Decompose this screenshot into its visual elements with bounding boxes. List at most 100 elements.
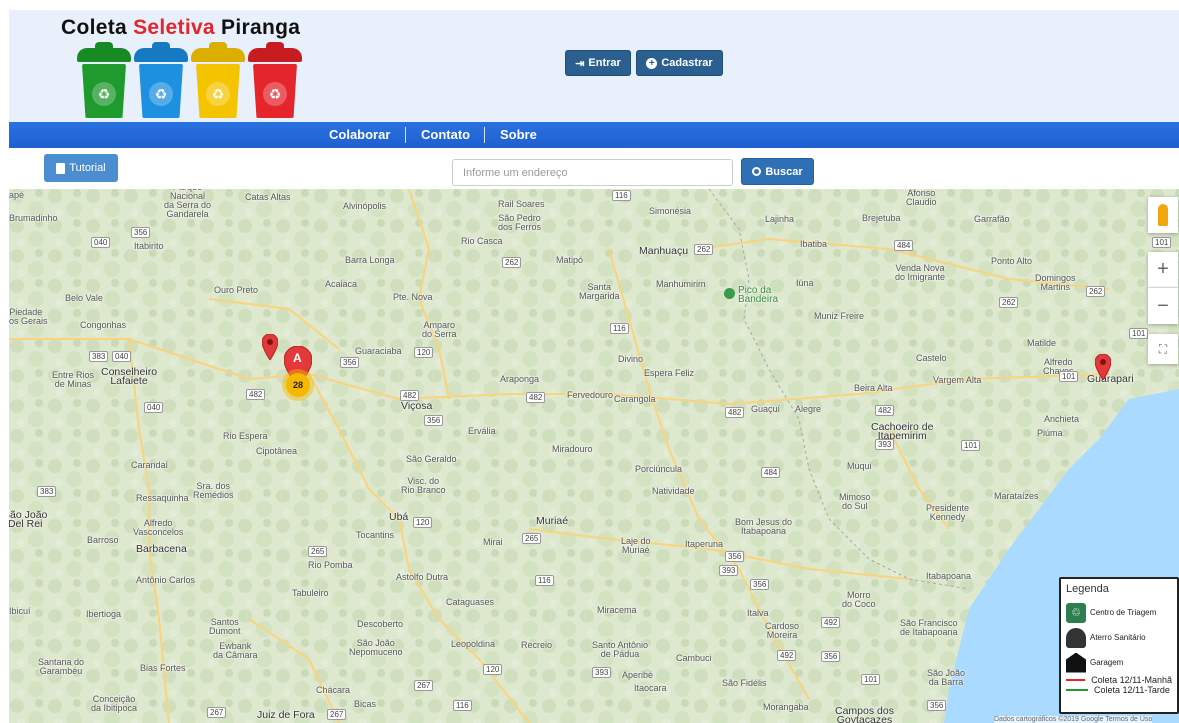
cluster-marker[interactable]: 28 <box>286 373 310 397</box>
nav-sobre[interactable]: Sobre <box>500 127 537 142</box>
pegman-icon[interactable] <box>1148 197 1178 233</box>
map-place-label: Juiz de Fora <box>257 709 315 721</box>
map-place-label: Acaiaca <box>325 279 358 289</box>
road-shield: 383 <box>89 351 109 362</box>
address-search-input[interactable] <box>452 159 733 186</box>
map-place-label: Belo Vale <box>65 293 103 303</box>
zoom-in-button[interactable]: + <box>1148 252 1178 288</box>
map-place-label: Barra Longa <box>345 255 395 265</box>
road-shield: 356 <box>725 551 745 562</box>
map-place-label: Muniz Freire <box>814 311 865 321</box>
map-place-label: Lajinha <box>765 214 795 224</box>
map-place-label: Recreio <box>521 640 553 650</box>
road-shield: 116 <box>535 575 554 586</box>
map-place-label: Carangola <box>614 394 656 404</box>
road-shield: 262 <box>502 257 522 268</box>
map-place-label: Bicas <box>354 699 377 709</box>
search-button[interactable]: Buscar <box>741 158 814 185</box>
map-place-label: Cambuci <box>676 653 712 663</box>
road-shield: 393 <box>592 667 612 678</box>
map-place-label: Parque Nacional da Serra do Gandarela <box>164 189 212 219</box>
map-place-label: Carandaí <box>131 460 169 470</box>
map-place-label: Visc. do Rio Branco <box>401 476 446 495</box>
map-place-label: Brejetuba <box>862 213 901 223</box>
map-place-label: Descoberto <box>357 619 404 629</box>
road-shield: 267 <box>414 680 434 691</box>
map-place-label: São João Nepomuceno <box>349 638 403 657</box>
map-place-label: Barroso <box>87 535 119 545</box>
recycle-icon: ♻ <box>263 82 287 106</box>
road-shield: 267 <box>327 709 347 720</box>
map-place-label: Miracema <box>597 605 637 615</box>
road-shield: 101 <box>1152 237 1172 248</box>
zoom-out-button[interactable]: − <box>1148 288 1178 324</box>
nav-divider <box>405 127 406 143</box>
road-shield: 262 <box>1086 286 1106 297</box>
map-place-label: Italva <box>747 608 769 618</box>
map-place-label: Manhumirim <box>656 279 706 289</box>
recycling-bin-icon: ♲ <box>1066 602 1086 623</box>
map-place-label: Piedade dos Gerais <box>9 307 48 326</box>
map-place-label: Rail Soares <box>498 199 545 209</box>
road-shield: 383 <box>37 486 57 497</box>
map-place-label: Presidente Kennedy <box>926 503 970 522</box>
map-park-label: Pico da Bandeira <box>738 285 779 305</box>
map-view[interactable]: Ouro Preto Catas Altas Parque Nacional da … <box>9 189 1179 723</box>
map-place-label: Chácara <box>316 685 351 695</box>
map-place-label: Morangaba <box>763 702 809 712</box>
road-shield: 482 <box>526 392 546 403</box>
road-shield: 356 <box>340 357 360 368</box>
road-shield: 120 <box>483 664 503 675</box>
road-shield: 101 <box>861 674 881 685</box>
nav-colaborar[interactable]: Colaborar <box>329 127 390 142</box>
map-place-label: Natividade <box>652 486 695 496</box>
tutorial-button[interactable]: Tutorial <box>44 154 118 182</box>
map-place-label: Domingos Martins <box>1035 273 1076 292</box>
road-shield: 120 <box>413 517 433 528</box>
map-place-label: Fervedouro <box>567 390 614 400</box>
register-button[interactable]: + Cadastrar <box>636 50 723 76</box>
recycle-icon: ♻ <box>92 82 116 106</box>
map-marker[interactable] <box>262 334 278 360</box>
road-shield: 116 <box>612 190 631 201</box>
garage-icon <box>1066 652 1086 673</box>
road-shield: 356 <box>750 579 770 590</box>
map-place-label: Aperibé <box>622 670 654 680</box>
map-place-label: Santo Antônio de Pádua <box>592 640 649 659</box>
map-place-label: Astolfo Dutra <box>396 572 449 582</box>
map-place-label: apé <box>9 190 25 200</box>
road-shield: 356 <box>424 415 444 426</box>
map-place-label: Ewbank da Câmara <box>213 641 258 660</box>
map-place-label: Tocantins <box>356 530 395 540</box>
map-place-label: Catas Altas <box>245 192 291 202</box>
map-place-label: Ibertioga <box>86 609 122 619</box>
nav-contato[interactable]: Contato <box>421 127 470 142</box>
map-place-label: Amparo do Serra <box>422 320 457 339</box>
road-shield: 262 <box>694 244 714 255</box>
road-shield: 484 <box>894 240 914 251</box>
road-shield: 482 <box>400 390 420 401</box>
map-place-label: Leopoldina <box>451 639 496 649</box>
map-marker[interactable] <box>1095 354 1111 380</box>
map-place-label: Santos Dumont <box>209 617 241 636</box>
map-place-label: Iúna <box>796 278 814 288</box>
legend-line-tarde: Coleta 12/11-Tarde <box>1066 685 1172 695</box>
map-place-label: Muriaé <box>536 515 569 527</box>
recycle-icon: ♻ <box>206 82 230 106</box>
map-place-label: São Francisco de Itabapoana <box>900 618 958 637</box>
map-place-label: Rio Pomba <box>308 560 353 570</box>
map-attribution[interactable]: Dados cartográficos ©2019 Google Termos … <box>994 716 1153 723</box>
red-bin: ♻ <box>248 42 302 118</box>
login-button[interactable]: ⇥ Entrar <box>565 50 631 76</box>
road-shield: 120 <box>414 347 434 358</box>
yellow-bin: ♻ <box>191 42 245 118</box>
map-place-label: Conceição da Ibitipoca <box>91 694 138 713</box>
map-place-label: Conselheiro Lafaiete <box>101 366 158 387</box>
fullscreen-icon[interactable]: ⛶ <box>1148 334 1178 364</box>
search-icon <box>752 167 762 176</box>
map-place-label: Matipó <box>556 255 584 265</box>
map-place-label: Piúma <box>1037 428 1063 438</box>
map-place-label: Cipotânea <box>256 446 298 456</box>
map-place-label: Viçosa <box>401 400 433 412</box>
road-shield: 101 <box>1059 371 1079 382</box>
